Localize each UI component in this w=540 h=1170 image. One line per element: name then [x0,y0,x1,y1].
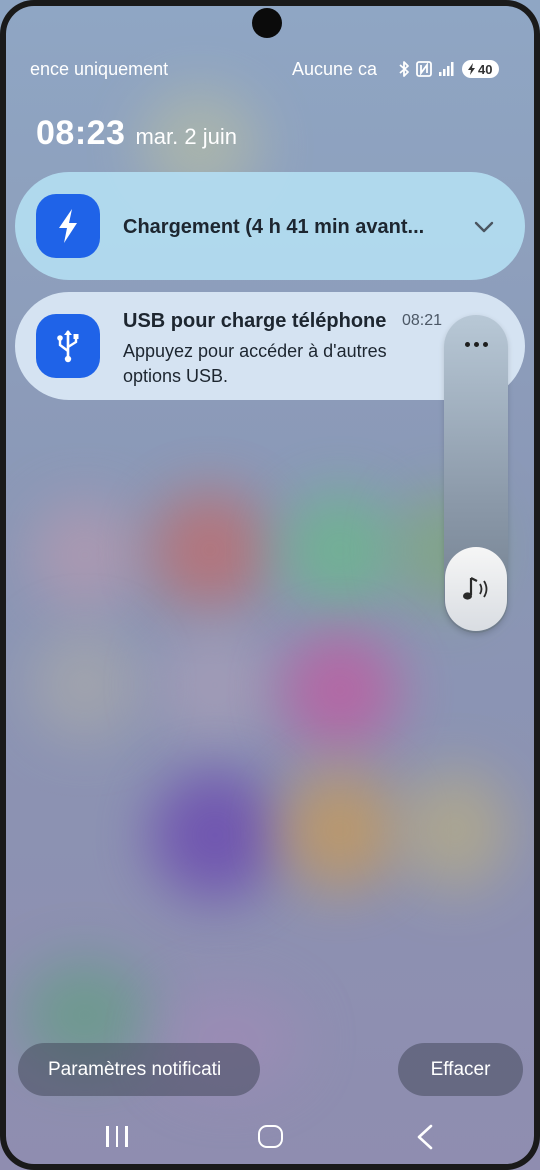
signal-icon [439,62,454,76]
status-bar: ence uniquement Aucune ca 40 [0,56,540,86]
notification-title: USB pour charge téléphone [123,310,387,332]
music-volume-icon [463,577,488,600]
more-horizontal-icon[interactable] [444,333,508,355]
navigation-bar [0,1110,540,1164]
charging-app-icon [36,194,100,258]
home-icon[interactable] [258,1125,283,1148]
notification-settings-button[interactable]: Paramètres notificati [18,1043,260,1096]
clock-time[interactable]: 08:23 [36,114,125,153]
notification-body: Appuyez pour accéder à d'autres options … [123,341,387,386]
back-icon[interactable] [413,1124,437,1150]
status-scrolling-text: ence uniquement [30,59,169,79]
battery-level: 40 [478,61,493,77]
nfc-icon [416,61,432,77]
volume-thumb[interactable] [445,547,507,631]
front-camera [252,8,282,38]
notification-title: Chargement (4 h 41 min avant... [123,216,425,238]
status-carrier-text: Aucune ca [292,59,378,79]
clear-button[interactable]: Effacer [398,1043,523,1096]
recents-icon[interactable] [106,1126,128,1147]
notification-charging[interactable]: Chargement (4 h 41 min avant... [15,172,525,280]
usb-app-icon [36,314,100,378]
clock-date[interactable]: mar. 2 juin [135,124,237,150]
bluetooth-icon [399,61,409,77]
volume-slider[interactable] [444,315,508,633]
status-icons: 40 [398,60,500,78]
clock: 08:23 mar. 2 juin [36,114,237,153]
lightning-icon [59,209,77,243]
battery-charging-icon [468,63,475,75]
chevron-down-icon[interactable] [473,216,495,238]
battery-indicator: 40 [462,60,500,78]
notification-time: 08:21 [402,312,443,329]
usb-icon [57,330,79,363]
